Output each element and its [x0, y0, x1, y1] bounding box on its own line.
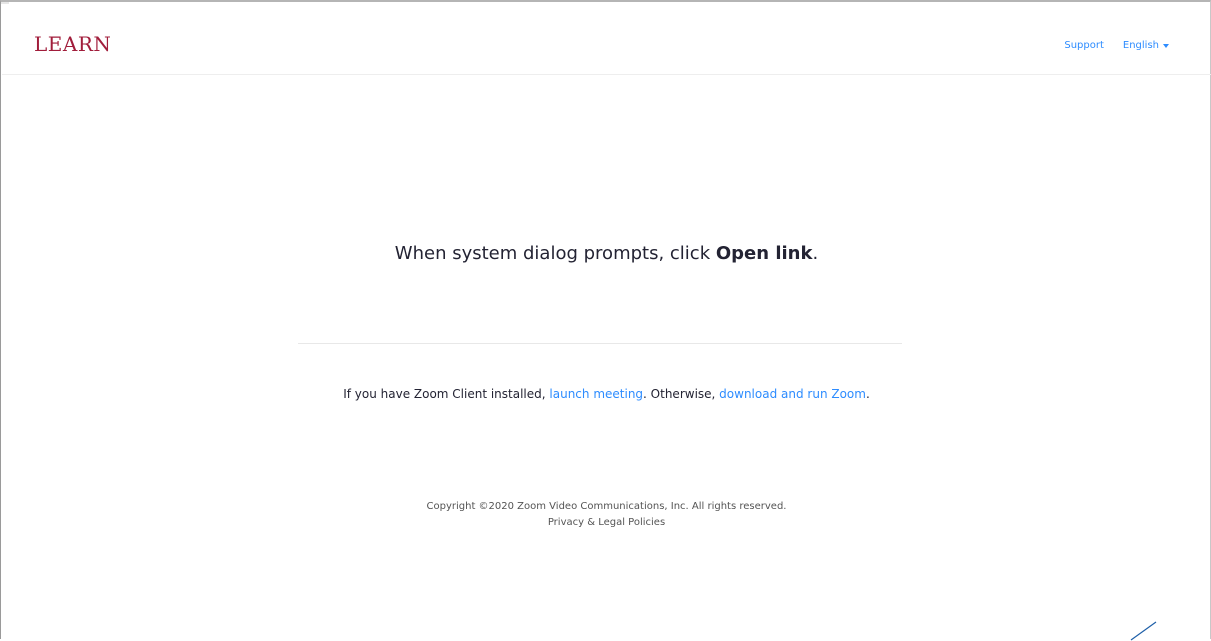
download-zoom-link[interactable]: download and run Zoom: [719, 387, 866, 401]
install-instructions: If you have Zoom Client installed, launc…: [1, 387, 1211, 401]
install-text-middle: . Otherwise,: [643, 387, 720, 401]
support-link[interactable]: Support: [1064, 40, 1104, 51]
prompt-open-link-emphasis: Open link: [715, 243, 813, 264]
header-nav: Support English: [1064, 40, 1169, 51]
open-link-prompt: When system dialog prompts, click Open l…: [1, 243, 1211, 264]
install-text-suffix: .: [865, 387, 870, 401]
caret-down-icon: [1163, 44, 1169, 48]
browser-viewport: LEARN Support English When system dialog…: [0, 0, 1211, 641]
page-header: LEARN Support English: [2, 4, 1211, 75]
corner-stroke-mark: [1130, 621, 1157, 641]
install-text-prefix: If you have Zoom Client installed,: [343, 387, 550, 401]
privacy-legal-link[interactable]: Privacy & Legal Policies: [548, 517, 665, 528]
prompt-text: When system dialog prompts, click: [394, 243, 716, 264]
learn-logo[interactable]: LEARN: [34, 34, 111, 54]
language-label: English: [1122, 40, 1159, 51]
prompt-period: .: [812, 243, 819, 264]
copyright-text: Copyright ©2020 Zoom Video Communication…: [426, 501, 787, 512]
launch-meeting-link[interactable]: launch meeting: [549, 387, 643, 401]
content-divider: [298, 343, 902, 344]
language-dropdown[interactable]: English: [1123, 40, 1169, 51]
page-footer: Copyright ©2020 Zoom Video Communication…: [1, 499, 1211, 531]
